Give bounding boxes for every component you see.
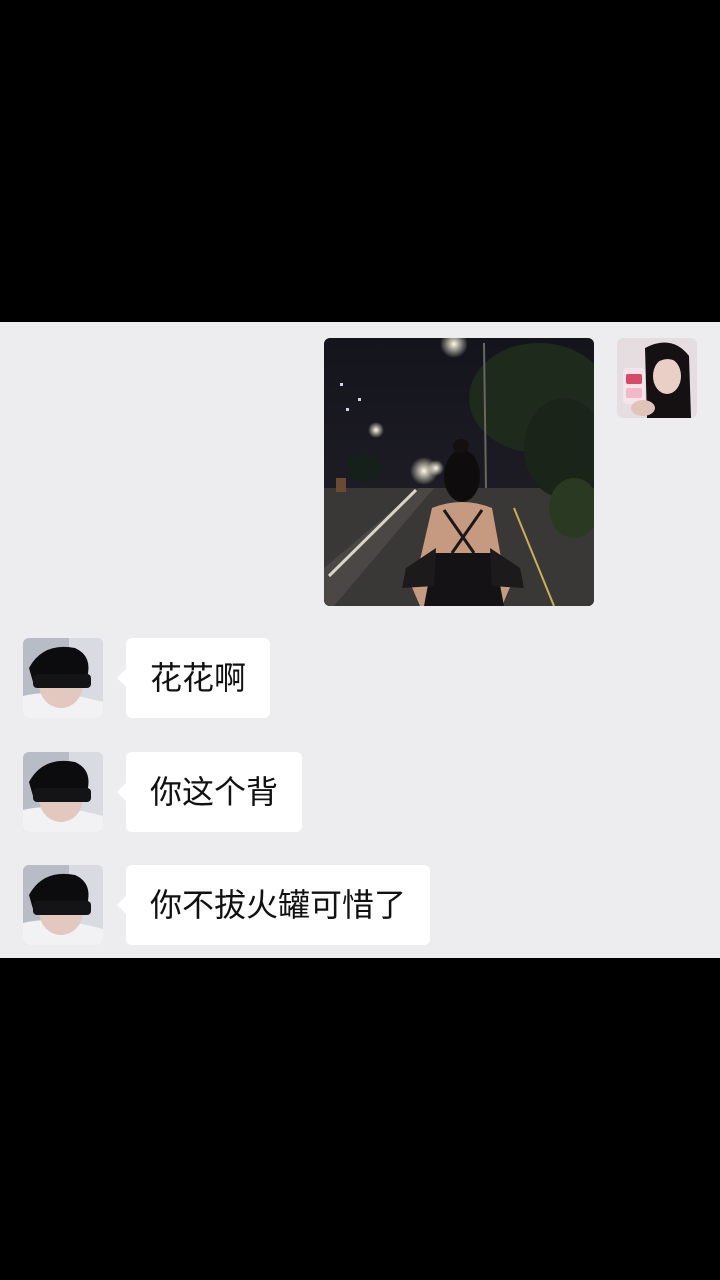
- other-avatar[interactable]: [23, 865, 103, 945]
- message-bubble[interactable]: 你不拔火罐可惜了: [116, 865, 431, 945]
- chat-area[interactable]: 花花啊 你这个背 你不拔火罐可惜了: [0, 322, 720, 958]
- self-avatar[interactable]: [617, 338, 697, 418]
- message-bubble[interactable]: 你这个背: [116, 752, 303, 832]
- other-avatar[interactable]: [23, 752, 103, 832]
- avatar-boy-eyes-covered-icon: [23, 865, 103, 945]
- letterbox-top: [0, 0, 720, 322]
- avatar-boy-eyes-covered-icon: [23, 638, 103, 718]
- other-avatar[interactable]: [23, 638, 103, 718]
- message-bubble[interactable]: 花花啊: [116, 638, 271, 718]
- avatar-girl-selfie-icon: [617, 338, 697, 418]
- letterbox-bottom: [0, 958, 720, 1280]
- night-street-photo: [324, 338, 594, 606]
- avatar-boy-eyes-covered-icon: [23, 752, 103, 832]
- image-message[interactable]: [324, 338, 594, 606]
